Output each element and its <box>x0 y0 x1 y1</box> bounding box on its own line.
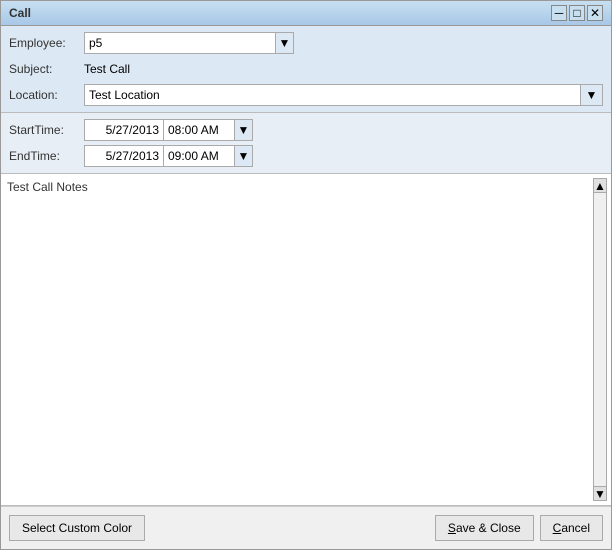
scroll-down-icon: ▼ <box>594 487 606 501</box>
minimize-icon: ─ <box>555 6 564 20</box>
scroll-up-icon: ▲ <box>594 179 606 193</box>
subject-row: Subject: <box>9 58 603 80</box>
subject-input[interactable] <box>84 58 603 80</box>
dropdown-arrow-icon: ▼ <box>279 36 291 50</box>
select-custom-color-button[interactable]: Select Custom Color <box>9 515 145 541</box>
location-row: Location: ▼ <box>9 84 603 106</box>
title-bar: Call ─ □ ✕ <box>1 1 611 26</box>
start-time-row: StartTime: ▼ <box>9 119 603 141</box>
employee-dropdown-arrow[interactable]: ▼ <box>275 33 293 53</box>
scrollbar-up-button[interactable]: ▲ <box>594 179 606 193</box>
start-time-inputs: ▼ <box>84 119 253 141</box>
subject-label: Subject: <box>9 62 84 76</box>
notes-textarea[interactable] <box>5 178 593 501</box>
window: Call ─ □ ✕ Employee: ▼ Su <box>0 0 612 550</box>
scrollbar-track[interactable] <box>594 193 606 486</box>
end-time-inputs: ▼ <box>84 145 253 167</box>
close-icon: ✕ <box>590 6 600 20</box>
employee-select-wrapper: ▼ <box>84 32 294 54</box>
close-button[interactable]: ✕ <box>587 5 603 21</box>
cancel-underline: C <box>553 521 562 535</box>
save-close-button[interactable]: Save & Close <box>435 515 534 541</box>
end-time-arrow-icon: ▼ <box>238 149 250 163</box>
scrollbar-down-button[interactable]: ▼ <box>594 486 606 500</box>
employee-input[interactable] <box>85 33 275 53</box>
footer-right-buttons: Save & Close Cancel <box>435 515 603 541</box>
location-select-wrapper: ▼ <box>84 84 603 106</box>
end-time-row: EndTime: ▼ <box>9 145 603 167</box>
location-arrow-icon: ▼ <box>586 88 598 102</box>
save-underline: S <box>448 521 456 535</box>
end-date-input[interactable] <box>84 145 164 167</box>
datetime-area: StartTime: ▼ EndTime: ▼ <box>1 113 611 174</box>
end-time-wrapper: ▼ <box>164 145 253 167</box>
footer: Select Custom Color Save & Close Cancel <box>1 506 611 549</box>
start-date-input[interactable] <box>84 119 164 141</box>
notes-area: ▲ ▼ <box>1 174 611 506</box>
start-time-label: StartTime: <box>9 123 84 137</box>
employee-row: Employee: ▼ <box>9 32 603 54</box>
end-time-input[interactable] <box>164 146 234 166</box>
maximize-button[interactable]: □ <box>569 5 585 21</box>
location-dropdown-arrow[interactable]: ▼ <box>580 85 602 105</box>
form-area: Employee: ▼ Subject: Location: ▼ <box>1 26 611 113</box>
employee-label: Employee: <box>9 36 84 50</box>
minimize-button[interactable]: ─ <box>551 5 567 21</box>
start-time-wrapper: ▼ <box>164 119 253 141</box>
start-time-input[interactable] <box>164 120 234 140</box>
save-close-label: Save & Close <box>448 521 521 535</box>
title-bar-controls: ─ □ ✕ <box>551 5 603 21</box>
window-title: Call <box>9 6 31 20</box>
maximize-icon: □ <box>573 6 580 20</box>
cancel-label: Cancel <box>553 521 590 535</box>
location-input[interactable] <box>85 85 580 105</box>
start-time-arrow-icon: ▼ <box>238 123 250 137</box>
cancel-button[interactable]: Cancel <box>540 515 603 541</box>
end-time-label: EndTime: <box>9 149 84 163</box>
start-time-dropdown-arrow[interactable]: ▼ <box>234 120 252 140</box>
end-time-dropdown-arrow[interactable]: ▼ <box>234 146 252 166</box>
notes-scrollbar: ▲ ▼ <box>593 178 607 501</box>
location-label: Location: <box>9 88 84 102</box>
